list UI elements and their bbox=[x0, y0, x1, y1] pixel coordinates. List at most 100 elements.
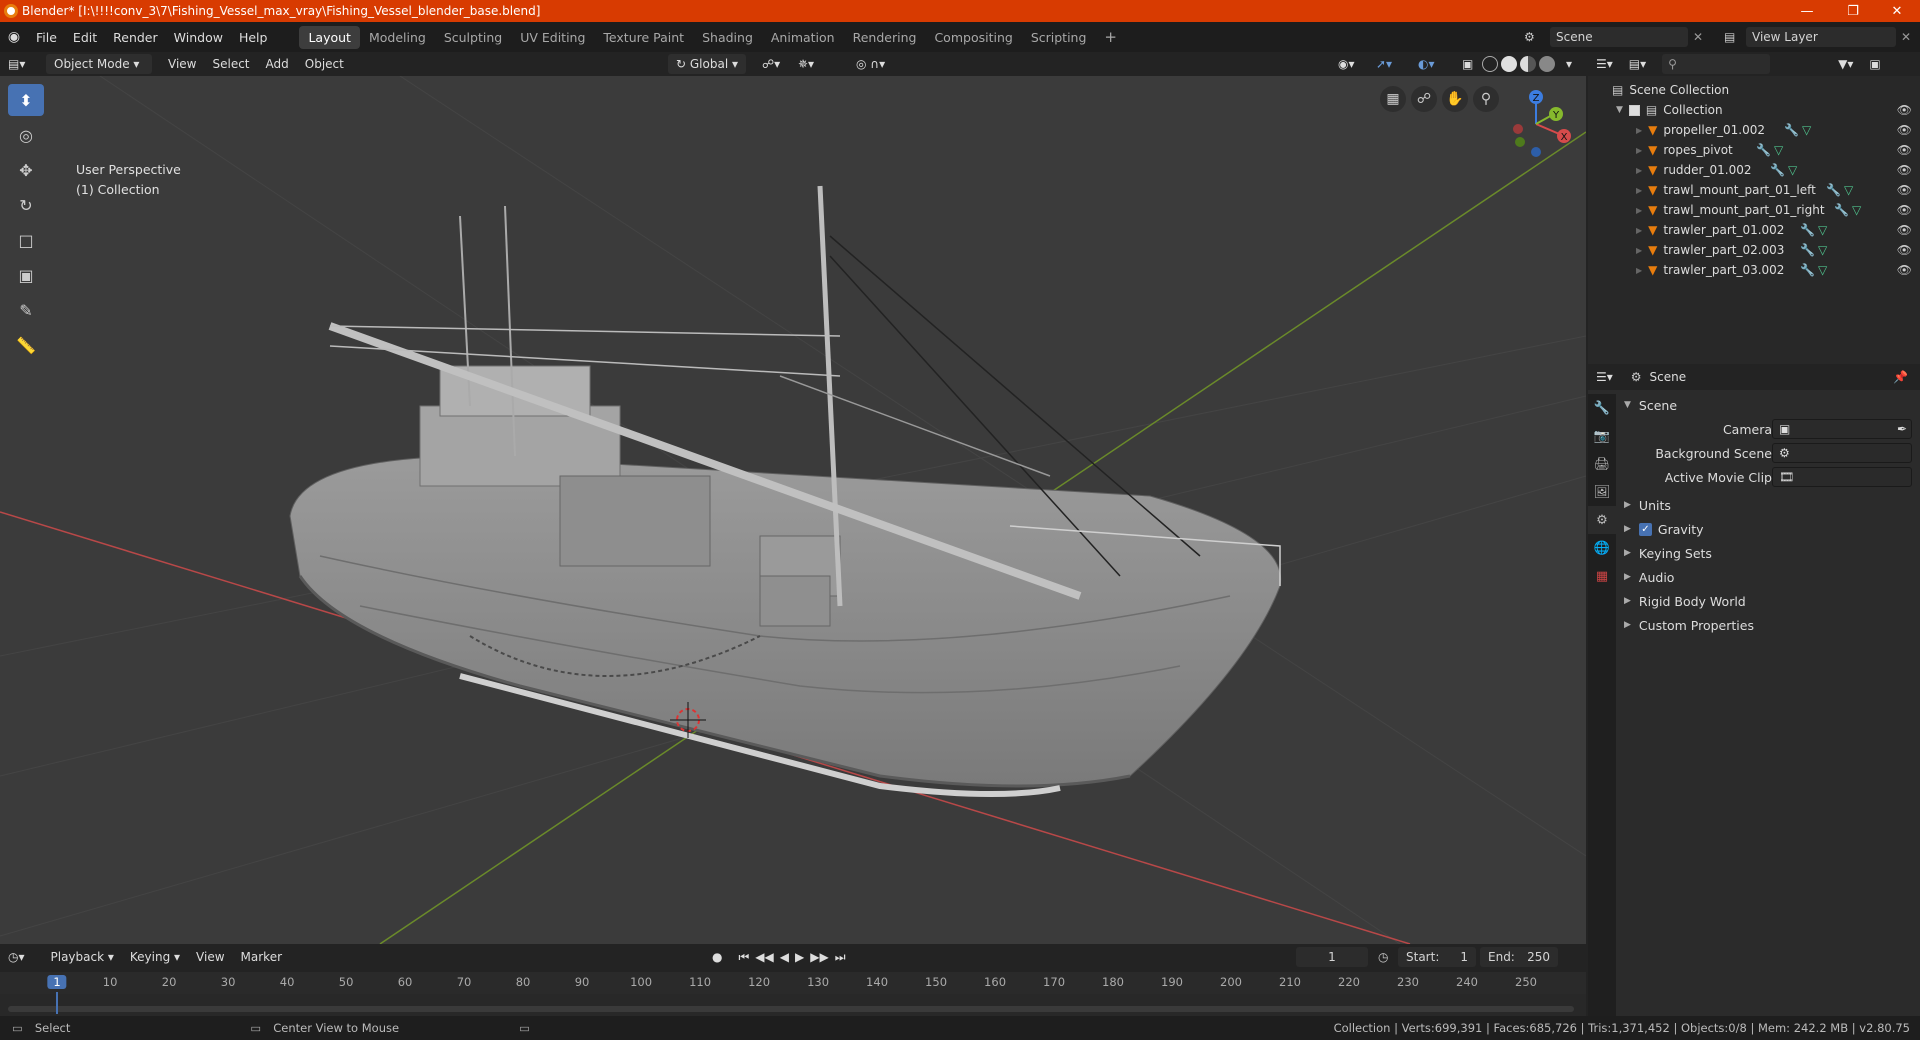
outliner-editor-icon[interactable]: ☰▾ bbox=[1588, 54, 1621, 74]
scene-tab-icon[interactable]: ⚙ bbox=[1588, 506, 1616, 534]
tab-uv-editing[interactable]: UV Editing bbox=[511, 26, 594, 49]
scene-icon[interactable]: ⚙ bbox=[1524, 30, 1550, 44]
menu-select[interactable]: Select bbox=[204, 54, 257, 74]
select-box-icon[interactable]: ⬍ bbox=[8, 84, 44, 116]
visibility-icon[interactable]: ◉▾ bbox=[1330, 54, 1363, 74]
mesh-data-icon[interactable]: ▽ bbox=[1818, 223, 1827, 237]
menu-render[interactable]: Render bbox=[105, 30, 166, 45]
mesh-data-icon[interactable]: ▽ bbox=[1818, 243, 1827, 257]
pin-icon[interactable]: 📌 bbox=[1893, 370, 1908, 384]
view-layer-tab-icon[interactable]: 🖼 bbox=[1588, 478, 1616, 506]
filter-icon[interactable]: ▼▾ bbox=[1830, 54, 1861, 74]
3d-viewport[interactable]: User Perspective (1) Collection ▦ ☍ ✋ ⚲ … bbox=[0, 76, 1586, 944]
menu-help[interactable]: Help bbox=[231, 30, 276, 45]
play-reverse-icon[interactable]: ◀ bbox=[780, 950, 789, 965]
modifier-icon[interactable]: 🔧 bbox=[1784, 123, 1799, 137]
scene-collection-row[interactable]: ▤ Scene Collection bbox=[1588, 80, 1920, 100]
outliner-item-trawler-part-02[interactable]: ▶ ▼ trawler_part_02.003 🔧 ▽ 👁 bbox=[1588, 240, 1920, 260]
gravity-checkbox[interactable]: ✓ bbox=[1638, 522, 1652, 536]
outliner-item-trawl-mount-right[interactable]: ▶ ▼ trawl_mount_part_01_right 🔧 ▽ 👁 bbox=[1588, 200, 1920, 220]
prev-keyframe-icon[interactable]: ◀◀ bbox=[755, 950, 773, 965]
modifier-icon[interactable]: 🔧 bbox=[1770, 163, 1785, 177]
xray-icon[interactable]: ▣ bbox=[1454, 54, 1481, 74]
timeline-scrollbar[interactable] bbox=[8, 1006, 1574, 1012]
tab-shading[interactable]: Shading bbox=[693, 26, 762, 49]
keyframe-area[interactable] bbox=[0, 994, 1586, 1016]
expand-arrow-icon[interactable]: ▶ bbox=[1636, 246, 1642, 255]
wireframe-shading-icon[interactable] bbox=[1482, 56, 1498, 72]
active-movie-clip-field[interactable]: 🎞 bbox=[1772, 467, 1912, 487]
shading-options-icon[interactable]: ▾ bbox=[1558, 54, 1580, 74]
scale-tool-icon[interactable]: □ bbox=[8, 224, 44, 256]
tab-animation[interactable]: Animation bbox=[762, 26, 844, 49]
custom-properties-panel[interactable]: ▶ Custom Properties bbox=[1624, 614, 1754, 636]
display-mode-icon[interactable]: ▤▾ bbox=[1621, 54, 1654, 74]
close-window-button[interactable]: ✕ bbox=[1874, 0, 1920, 22]
camera-field[interactable]: ▣ ✒ bbox=[1772, 419, 1912, 439]
tab-texture-paint[interactable]: Texture Paint bbox=[594, 26, 693, 49]
overlays-icon[interactable]: ◐▾ bbox=[1410, 54, 1443, 74]
gizmo-neg-z-icon[interactable] bbox=[1531, 147, 1541, 157]
tab-layout[interactable]: Layout bbox=[299, 25, 360, 49]
jump-end-icon[interactable]: ⏭ bbox=[835, 950, 846, 965]
annotate-tool-icon[interactable]: ✎ bbox=[8, 294, 44, 326]
jump-start-icon[interactable]: ⏮ bbox=[738, 950, 749, 965]
end-frame-field[interactable]: End: 250 bbox=[1480, 947, 1558, 967]
gizmo-toggle-icon[interactable]: ➚▾ bbox=[1368, 54, 1400, 74]
eye-icon[interactable]: 👁 bbox=[1897, 263, 1912, 277]
current-frame-field[interactable]: 1 bbox=[1296, 947, 1368, 967]
transform-orientation-dropdown[interactable]: ↻ Global ▾ bbox=[668, 54, 746, 74]
render-tab-icon[interactable]: 📷 bbox=[1588, 422, 1616, 450]
mesh-data-icon[interactable]: ▽ bbox=[1852, 203, 1861, 217]
blender-menu-icon[interactable]: ◉ bbox=[0, 29, 28, 45]
background-scene-field[interactable]: ⚙ bbox=[1772, 443, 1912, 463]
rigid-body-world-panel[interactable]: ▶ Rigid Body World bbox=[1624, 590, 1746, 612]
outliner-item-ropes-pivot[interactable]: ▶ ▼ ropes_pivot 🔧 ▽ 👁 bbox=[1588, 140, 1920, 160]
collection-checkbox[interactable] bbox=[1628, 104, 1640, 116]
cursor-tool-icon[interactable]: ◎ bbox=[8, 119, 44, 151]
viewlayer-close-icon[interactable]: ✕ bbox=[1896, 30, 1916, 44]
marker-menu[interactable]: Marker bbox=[233, 947, 290, 967]
expand-arrow-icon[interactable]: ▶ bbox=[1636, 146, 1642, 155]
mesh-data-icon[interactable]: ▽ bbox=[1774, 143, 1783, 157]
expand-arrow-icon[interactable]: ▶ bbox=[1636, 186, 1642, 195]
eye-icon[interactable]: 👁 bbox=[1897, 163, 1912, 177]
new-collection-icon[interactable]: ▣ bbox=[1861, 54, 1888, 74]
record-icon[interactable]: ● bbox=[712, 950, 722, 965]
keying-sets-panel[interactable]: ▶ Keying Sets bbox=[1624, 542, 1712, 564]
tool-tab-icon[interactable]: 🔧 bbox=[1588, 394, 1616, 422]
mesh-data-icon[interactable]: ▽ bbox=[1788, 163, 1797, 177]
menu-add[interactable]: Add bbox=[258, 54, 297, 74]
proportional-edit-icon[interactable]: ◎ ∩▾ bbox=[848, 54, 893, 74]
expand-arrow-icon[interactable]: ▶ bbox=[1636, 266, 1642, 275]
snap-icon[interactable]: ✵▾ bbox=[790, 54, 822, 74]
gizmo-neg-y-icon[interactable] bbox=[1515, 137, 1525, 147]
output-tab-icon[interactable]: 🖨 bbox=[1588, 450, 1616, 478]
modifier-icon[interactable]: 🔧 bbox=[1826, 183, 1841, 197]
scene-selector[interactable]: Scene bbox=[1550, 27, 1688, 47]
add-workspace-button[interactable]: + bbox=[1095, 24, 1126, 50]
tab-sculpting[interactable]: Sculpting bbox=[435, 26, 511, 49]
next-keyframe-icon[interactable]: ▶▶ bbox=[810, 950, 828, 965]
material-shading-icon[interactable] bbox=[1520, 56, 1536, 72]
units-panel[interactable]: ▶ Units bbox=[1624, 494, 1671, 516]
transform-tool-icon[interactable]: ▣ bbox=[8, 259, 44, 291]
start-frame-field[interactable]: Start: 1 bbox=[1398, 947, 1476, 967]
eye-icon[interactable]: 👁 bbox=[1897, 103, 1912, 117]
mesh-data-icon[interactable]: ▽ bbox=[1802, 123, 1811, 137]
frame-ruler[interactable]: 1 10 20 30 40 50 60 70 80 90 100 110 120 130 140 150 160… bbox=[0, 972, 1586, 994]
scene-section-header[interactable]: ▼ Scene bbox=[1624, 394, 1677, 416]
outliner-item-rudder[interactable]: ▶ ▼ rudder_01.002 🔧 ▽ 👁 bbox=[1588, 160, 1920, 180]
modifier-icon[interactable]: 🔧 bbox=[1756, 143, 1771, 157]
menu-window[interactable]: Window bbox=[166, 30, 231, 45]
tab-scripting[interactable]: Scripting bbox=[1022, 26, 1096, 49]
pivot-icon[interactable]: ☍▾ bbox=[754, 54, 788, 74]
expand-arrow-icon[interactable]: ▶ bbox=[1636, 126, 1642, 135]
rendered-shading-icon[interactable] bbox=[1539, 56, 1555, 72]
eye-icon[interactable]: 👁 bbox=[1897, 183, 1912, 197]
menu-view[interactable]: View bbox=[160, 54, 204, 74]
eye-icon[interactable]: 👁 bbox=[1897, 223, 1912, 237]
editor-type-icon[interactable]: ▤▾ bbox=[0, 54, 40, 74]
pan-hand-icon[interactable]: ✋ bbox=[1442, 86, 1468, 112]
eye-icon[interactable]: 👁 bbox=[1897, 143, 1912, 157]
